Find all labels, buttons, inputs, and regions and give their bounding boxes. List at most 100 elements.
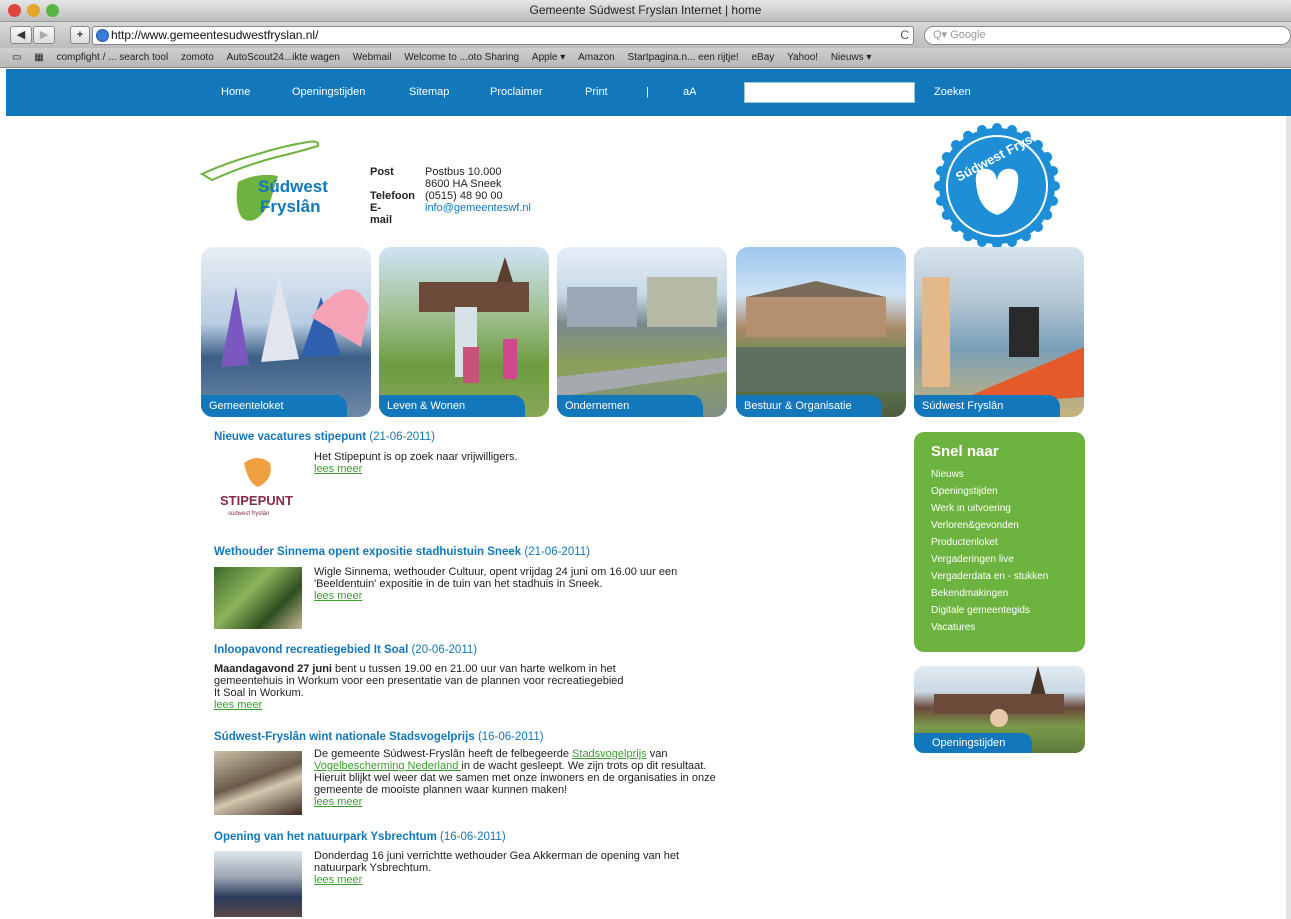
seal-logo: Súdwest Fryslân: [934, 123, 1060, 249]
seal-tooth: [1050, 181, 1060, 191]
news-title-link[interactable]: Súdwest-Fryslân wint nationale Stadsvoge…: [214, 731, 734, 743]
tile-ondernemen[interactable]: Ondernemen: [557, 247, 727, 417]
back-button[interactable]: ◀: [10, 26, 32, 44]
news-text: Het Stipepunt is op zoek naar vrijwillig…: [314, 451, 518, 463]
window-title: Gemeente Súdwest Fryslan Internet | home: [529, 3, 762, 17]
vogelbescherming-link[interactable]: Vogelbescherming Nederland: [314, 760, 461, 772]
quicklink-verloren-gevonden[interactable]: Verloren&gevonden: [931, 517, 1085, 534]
news-thumbnail[interactable]: [214, 851, 302, 917]
snel-naar-title: Snel naar: [931, 443, 999, 460]
forward-button[interactable]: ▶: [33, 26, 55, 44]
site-search-input[interactable]: [744, 82, 915, 103]
news-title[interactable]: Súdwest-Fryslân wint nationale Stadsvoge…: [214, 731, 475, 743]
site-logo[interactable]: Súdwest Fryslân: [198, 132, 348, 237]
nav-print[interactable]: Print: [585, 69, 608, 116]
news-body: Wigle Sinnema, wethouder Cultuur, opent …: [314, 566, 724, 602]
read-more-link[interactable]: lees meer: [314, 796, 724, 808]
add-bookmark-button[interactable]: +: [70, 26, 90, 44]
read-more-link[interactable]: lees meer: [314, 463, 724, 475]
bookmark-item[interactable]: compfight / ... search tool: [56, 48, 168, 68]
search-button[interactable]: Zoeken: [934, 69, 971, 116]
search-icon: Q▾: [933, 29, 951, 41]
close-window-button[interactable]: [8, 4, 21, 17]
quicklink-openingstijden[interactable]: Openingstijden: [931, 483, 1085, 500]
news-thumbnail[interactable]: STIPEPUNT súdwest fryslân: [214, 453, 302, 517]
seal-tooth: [976, 237, 987, 248]
nav-sitemap[interactable]: Sitemap: [409, 69, 449, 116]
browser-search-field[interactable]: Q▾ Google: [924, 26, 1291, 45]
bookmark-item[interactable]: Yahoo!: [787, 48, 818, 68]
seal-tooth: [1007, 237, 1018, 248]
news-title-link[interactable]: Inloopavond recreatiegebied It Soal (20-…: [214, 644, 634, 656]
address-bar[interactable]: http://www.gemeentesudwestfryslan.nl/ C: [92, 26, 914, 45]
email-link[interactable]: info@gemeenteswf.nl: [425, 202, 531, 214]
site-nav: Home Openingstijden Sitemap Proclaimer P…: [6, 69, 1291, 116]
bookmark-item[interactable]: zomoto: [181, 48, 214, 68]
seal-tooth: [992, 123, 1002, 133]
tile-bestuur-organisatie[interactable]: Bestuur & Organisatie: [736, 247, 906, 417]
stadsvogelprijs-link[interactable]: Stadsvogelprijs: [572, 748, 647, 760]
reload-icon[interactable]: C: [900, 27, 909, 44]
news-thumbnail[interactable]: [214, 751, 302, 815]
bookmark-item[interactable]: Amazon: [578, 48, 615, 68]
minimize-window-button[interactable]: [27, 4, 40, 17]
bookmark-item[interactable]: AutoScout24...ikte wagen: [227, 48, 340, 68]
news-text: van: [646, 748, 668, 760]
seal-tooth: [1033, 222, 1044, 233]
tile-leven-wonen[interactable]: Leven & Wonen: [379, 247, 549, 417]
nav-home[interactable]: Home: [221, 69, 250, 116]
top-sites-icon[interactable]: ▦: [34, 48, 43, 68]
news-date: (21-06-2011): [524, 546, 590, 558]
snel-naar-panel: Snel naar Nieuws Openingstijden Werk in …: [914, 432, 1085, 652]
bookmark-item[interactable]: eBay: [752, 48, 775, 68]
news-title-link[interactable]: Nieuwe vacatures stipepunt (21-06-2011): [214, 431, 734, 443]
quicklink-bekendmakingen[interactable]: Bekendmakingen: [931, 585, 1085, 602]
quicklink-nieuws[interactable]: Nieuws: [931, 466, 1085, 483]
window-titlebar: Gemeente Súdwest Fryslan Internet | home: [0, 0, 1291, 22]
news-title-link[interactable]: Wethouder Sinnema opent expositie stadhu…: [214, 546, 734, 558]
quicklink-werk-in-uitvoering[interactable]: Werk in uitvoering: [931, 500, 1085, 517]
family-image: [419, 257, 529, 383]
bookmark-item[interactable]: Nieuws ▾: [831, 48, 872, 68]
bookmark-item[interactable]: Startpagina.n... een rijtje!: [628, 48, 739, 68]
bookmarks-bar: ▭ ▦ compfight / ... search tool zomoto A…: [0, 48, 1291, 68]
globe-icon: [96, 29, 109, 42]
bookmark-item[interactable]: Apple ▾: [532, 48, 565, 68]
news-title[interactable]: Opening van het natuurpark Ysbrechtum: [214, 831, 437, 843]
news-item: Opening van het natuurpark Ysbrechtum (1…: [214, 831, 734, 917]
bookmark-item[interactable]: Welcome to ...oto Sharing: [404, 48, 519, 68]
tile-label: Ondernemen: [557, 395, 703, 417]
read-more-link[interactable]: lees meer: [314, 874, 724, 886]
nav-font-size[interactable]: aA: [683, 69, 696, 116]
news-thumbnail[interactable]: [214, 567, 302, 629]
news-title[interactable]: Inloopavond recreatiegebied It Soal: [214, 644, 408, 656]
read-more-link[interactable]: lees meer: [214, 699, 624, 711]
post-label: Post: [370, 166, 394, 178]
reading-list-icon[interactable]: ▭: [12, 48, 21, 68]
nav-proclaimer[interactable]: Proclaimer: [490, 69, 543, 116]
bookmark-item[interactable]: Webmail: [353, 48, 392, 68]
nav-divider: |: [646, 86, 649, 98]
tile-label: Leven & Wonen: [379, 395, 525, 417]
news-date: (16-06-2011): [440, 831, 506, 843]
nav-openingstijden[interactable]: Openingstijden: [292, 69, 365, 116]
zoom-window-button[interactable]: [46, 4, 59, 17]
news-title[interactable]: Wethouder Sinnema opent expositie stadhu…: [214, 546, 521, 558]
news-title[interactable]: Nieuwe vacatures stipepunt: [214, 431, 366, 443]
tile-sudwest-fryslan[interactable]: Súdwest Fryslân: [914, 247, 1084, 417]
quicklink-gemeentegids[interactable]: Digitale gemeentegids: [931, 602, 1085, 619]
page-scrollbar[interactable]: [1286, 116, 1291, 919]
news-title-link[interactable]: Opening van het natuurpark Ysbrechtum (1…: [214, 831, 734, 843]
news-date: (16-06-2011): [477, 731, 544, 743]
news-text: Wigle Sinnema, wethouder Cultuur, opent …: [314, 566, 678, 590]
post-line-2: 8600 HA Sneek: [425, 178, 502, 190]
quicklink-vergaderdata[interactable]: Vergaderdata en - stukken: [931, 568, 1085, 585]
quicklink-vacatures[interactable]: Vacatures: [931, 619, 1085, 636]
news-item: Wethouder Sinnema opent expositie stadhu…: [214, 546, 734, 636]
quicklink-productenloket[interactable]: Productenloket: [931, 534, 1085, 551]
seal-tooth: [934, 181, 944, 191]
openingstijden-tile[interactable]: Openingstijden: [914, 666, 1085, 753]
tile-gemeenteloket[interactable]: Gemeenteloket: [201, 247, 371, 417]
read-more-link[interactable]: lees meer: [314, 590, 724, 602]
quicklink-vergaderingen-live[interactable]: Vergaderingen live: [931, 551, 1085, 568]
